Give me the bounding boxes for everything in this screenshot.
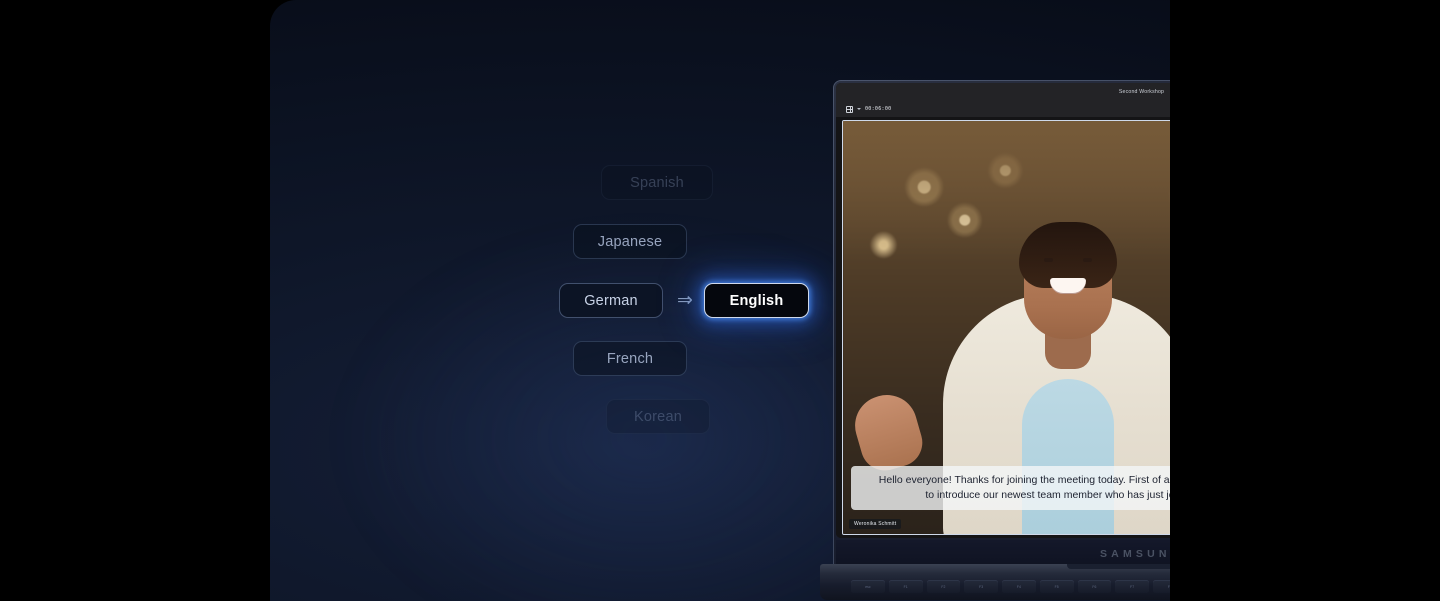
language-pill-english[interactable]: English	[704, 283, 809, 318]
active-speaker-name: Weronika Schmitt	[849, 519, 902, 529]
keyboard-key-3[interactable]: F3	[964, 580, 998, 593]
speaker-eye-right	[1083, 258, 1093, 263]
speaker-eye-left	[1044, 258, 1054, 263]
translation-arrow-icon: ⇒	[677, 289, 693, 311]
speaker-shirt	[1022, 378, 1115, 534]
meeting-timer: 00:06:00	[865, 106, 892, 112]
chevron-down-icon[interactable]	[857, 108, 861, 110]
language-pill-spanish-label: Spanish	[630, 174, 684, 191]
language-selector: Spanish Japanese German French Korean ⇒ …	[270, 0, 830, 601]
language-pill-japanese[interactable]: Japanese	[573, 224, 687, 259]
window-title: Second Workshop	[1118, 89, 1165, 95]
screenshot-root: Spanish Japanese German French Korean ⇒ …	[0, 0, 1440, 601]
keyboard-key-7[interactable]: F7	[1115, 580, 1149, 593]
speaker-hand-left	[847, 388, 928, 477]
right-crop-mask	[1170, 0, 1440, 601]
language-pill-german-label: German	[584, 292, 638, 309]
keyboard-key-6[interactable]: F6	[1077, 580, 1112, 593]
keyboard-key-1[interactable]: F1	[888, 580, 923, 593]
keyboard-key-0[interactable]: esc	[851, 580, 885, 593]
language-pill-spanish[interactable]: Spanish	[601, 165, 713, 200]
language-pill-japanese-label: Japanese	[597, 233, 663, 250]
grid-icon[interactable]	[846, 105, 853, 113]
keyboard-key-2[interactable]: F2	[926, 580, 961, 593]
language-pill-german[interactable]: German	[559, 283, 663, 318]
language-pill-french-label: French	[606, 350, 654, 367]
toolbar-left-group: 00:06:00	[846, 105, 892, 113]
language-pill-korean-label: Korean	[634, 408, 682, 425]
language-pill-korean[interactable]: Korean	[606, 399, 710, 434]
keyboard-key-5[interactable]: F5	[1039, 580, 1074, 593]
keyboard-key-4[interactable]: F4	[1002, 580, 1036, 593]
language-pill-english-label: English	[729, 292, 784, 309]
language-pill-french[interactable]: French	[573, 341, 687, 376]
